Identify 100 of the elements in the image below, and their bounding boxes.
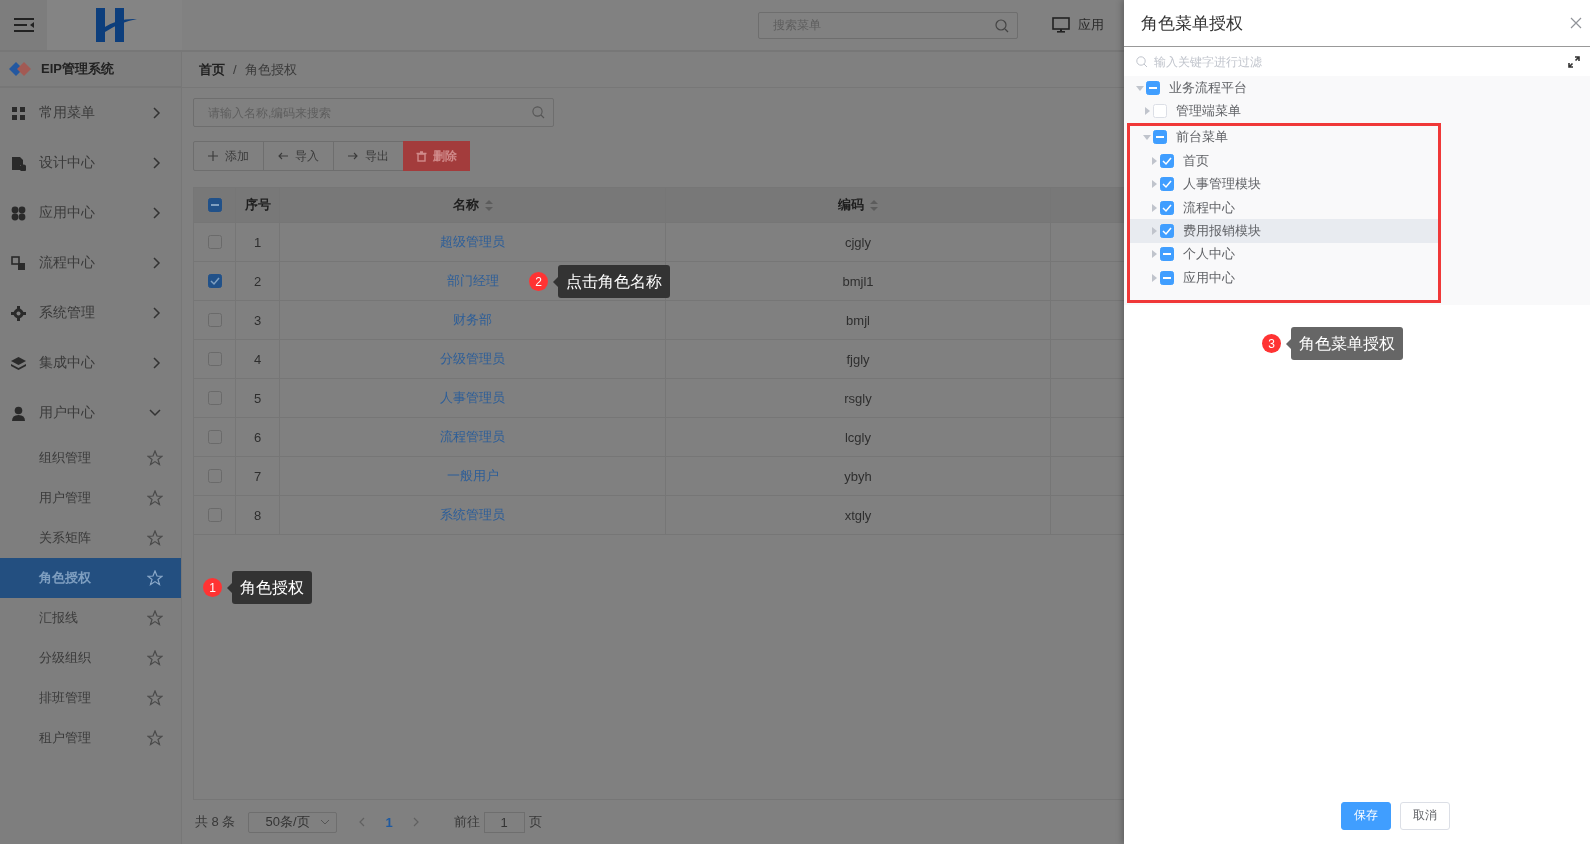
table-cell: xtgly [844,507,872,523]
table-cell: rsgly [844,390,872,406]
page-suffix: 页 [528,813,542,831]
role-name-link[interactable]: 流程管理员 [440,428,505,446]
caret-down-icon[interactable] [1143,133,1151,142]
sidebar-subitem[interactable]: 关系矩阵 [0,518,181,558]
caret-right-icon[interactable] [1143,107,1151,116]
tree-row[interactable]: 应用中心 [1130,266,1438,290]
checkbox[interactable] [1160,270,1174,285]
plus-icon [208,150,219,162]
caret-right-icon[interactable] [1150,180,1158,189]
caret-right-icon[interactable] [1150,273,1158,282]
chevron-left-icon[interactable] [359,817,366,827]
checkbox[interactable] [207,274,222,288]
role-name-link[interactable]: 超级管理员 [440,233,505,251]
chevron-right-icon[interactable] [412,817,419,827]
tree-node-label: 应用中心 [1183,268,1235,287]
checkbox[interactable] [1153,130,1167,145]
sidebar-subitem[interactable]: 汇报线 [0,598,181,638]
table-cell: fjgly [846,351,870,367]
table-cell: ybyh [844,468,872,484]
star-icon[interactable] [147,450,163,466]
close-icon[interactable] [1570,17,1582,29]
goto-label: 前往 [453,813,480,831]
role-name-link[interactable]: 财务部 [453,311,492,329]
sort-icon[interactable] [484,199,493,211]
breadcrumb-item[interactable]: 首页 [199,60,225,79]
save-button[interactable]: 保存 [1340,801,1391,830]
role-name-link[interactable]: 系统管理员 [440,506,505,524]
toolbar-button[interactable]: 导出 [333,141,404,171]
total-count: 共 8 条 [195,813,236,831]
checkbox[interactable] [1160,224,1174,239]
system-title: EIP管理系统 [41,60,114,78]
toolbar-button[interactable]: 删除 [403,141,470,171]
chevron-right-icon [153,357,161,369]
app-link[interactable]: 应用 [1078,16,1104,34]
sidebar-subitem[interactable]: 排班管理 [0,678,181,718]
column-header[interactable]: 编码 [838,196,864,214]
star-icon[interactable] [147,570,163,586]
tree-row[interactable]: 流程中心 [1130,195,1438,220]
tree-row[interactable]: 管理端菜单 [1124,99,1590,123]
sort-icon[interactable] [870,199,878,211]
table-cell: bmjl1 [842,273,874,289]
table-cell: 4 [253,351,262,367]
cancel-button[interactable]: 取消 [1399,801,1450,830]
sidebar-item[interactable]: 流程中心 [0,238,181,288]
sidebar-subitem[interactable]: 租户管理 [0,718,181,758]
table-cell: cjgly [845,234,871,250]
checkbox[interactable] [1160,200,1174,215]
sidebar-subitem[interactable]: 角色授权 [0,558,181,598]
tree-row[interactable]: 前台菜单 [1130,125,1438,150]
caret-down-icon[interactable] [1136,83,1144,92]
expand-icon[interactable] [1568,55,1580,68]
step-tooltip: 点击角色名称 [553,265,670,298]
column-header[interactable]: 名称 [452,196,479,214]
sidebar-item[interactable]: 集成中心 [0,338,181,388]
tree-row[interactable]: 人事管理模块 [1130,172,1438,196]
page-size-select[interactable]: 50条/页 [248,811,338,833]
sidebar-item[interactable]: 常用菜单 [0,88,181,138]
page-number[interactable]: 1 [385,814,393,830]
star-icon[interactable] [147,730,163,746]
role-name-link[interactable]: 部门经理 [446,272,499,290]
star-icon[interactable] [147,530,163,546]
sidebar-item[interactable]: 系统管理 [0,288,181,338]
tree-row[interactable]: 首页 [1130,149,1438,173]
role-name-link[interactable]: 分级管理员 [440,350,505,368]
breadcrumb-item: 角色授权 [244,60,297,79]
role-name-link[interactable]: 人事管理员 [440,389,505,407]
chevron-right-icon [153,207,161,219]
toolbar-button[interactable]: 添加 [193,141,264,171]
checkbox[interactable] [1160,247,1174,262]
tree-row[interactable]: 业务流程平台 [1124,76,1590,100]
table-cell: 1 [253,234,262,250]
caret-right-icon[interactable] [1150,250,1158,259]
star-icon[interactable] [147,690,163,706]
star-icon[interactable] [147,490,163,506]
sidebar-subitem[interactable]: 用户管理 [0,478,181,518]
user-icon [11,405,26,421]
document-plus-icon [11,155,26,171]
checkbox[interactable] [207,198,222,212]
goto-page-field[interactable]: 1 [483,811,525,833]
table-cell: 3 [253,312,262,328]
tree-row[interactable]: 个人中心 [1130,242,1438,267]
menu-icon[interactable] [13,17,34,33]
sidebar-item[interactable]: 用户中心 [0,388,181,438]
caret-right-icon[interactable] [1150,156,1158,165]
caret-right-icon[interactable] [1150,227,1158,236]
checkbox[interactable] [1146,80,1160,95]
checkbox[interactable] [1160,153,1174,168]
layers-icon [11,355,26,371]
tree-row[interactable]: 费用报销模块 [1130,219,1438,243]
sidebar-item[interactable]: 设计中心 [0,138,181,188]
star-icon[interactable] [147,650,163,666]
sidebar-subitem[interactable]: 分级组织 [0,638,181,678]
star-icon[interactable] [147,610,163,626]
caret-right-icon[interactable] [1150,203,1158,212]
sidebar-subitem[interactable]: 组织管理 [0,438,181,478]
sidebar-item[interactable]: 应用中心 [0,188,181,238]
toolbar-button[interactable]: 导入 [263,141,334,171]
checkbox[interactable] [1160,177,1174,192]
